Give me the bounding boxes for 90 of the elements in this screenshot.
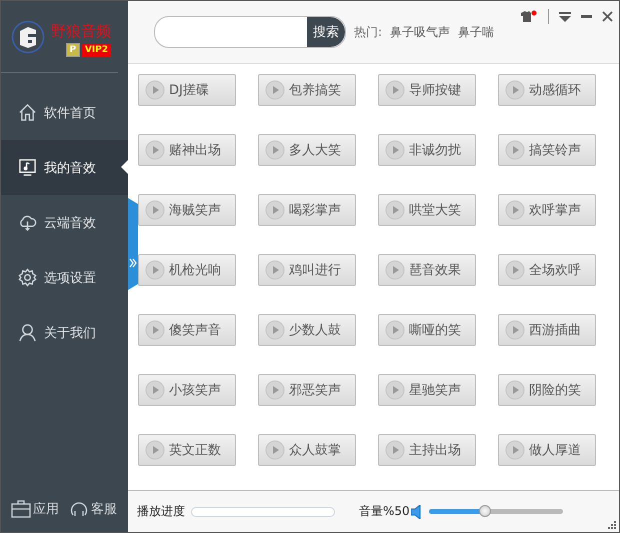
sound-button[interactable]: 赌神出场 — [138, 134, 236, 166]
play-icon — [145, 260, 165, 280]
headset-icon — [69, 500, 89, 518]
logo-icon — [11, 20, 45, 54]
sound-button[interactable]: 嘶哑的笑 — [378, 314, 476, 346]
play-icon — [385, 380, 405, 400]
search-button[interactable]: 搜索 — [307, 17, 345, 47]
sound-button[interactable]: 西游插曲 — [498, 314, 596, 346]
nav-item[interactable]: 选项设置 — [1, 250, 128, 305]
monitor-icon — [18, 158, 37, 177]
footer-link[interactable]: 应用 — [11, 500, 59, 518]
sound-button[interactable]: 包养搞笑 — [258, 74, 356, 106]
vip-badge: VIP2 — [82, 44, 111, 56]
home-icon — [18, 103, 37, 122]
person-icon — [18, 323, 37, 342]
nav-item[interactable]: 云端音效 — [1, 195, 128, 250]
play-icon — [505, 320, 525, 340]
sound-button[interactable]: 喝彩掌声 — [258, 194, 356, 226]
search-field[interactable]: 搜索 — [154, 16, 346, 48]
sound-button[interactable]: 动感循环 — [498, 74, 596, 106]
sound-button[interactable]: 阴险的笑 — [498, 374, 596, 406]
play-icon — [385, 260, 405, 280]
sound-button[interactable]: 机枪光响 — [138, 254, 236, 286]
close-icon[interactable] — [602, 11, 613, 22]
sound-button[interactable]: DJ搓碟 — [138, 74, 236, 106]
sound-button[interactable]: 非诚勿扰 — [378, 134, 476, 166]
play-icon — [505, 140, 525, 160]
toolbox-icon — [11, 500, 31, 518]
p-badge: P — [66, 43, 80, 57]
play-icon — [385, 440, 405, 460]
sound-button[interactable]: 哄堂大笑 — [378, 194, 476, 226]
play-icon — [265, 260, 285, 280]
sound-button[interactable]: 少数人鼓 — [258, 314, 356, 346]
play-icon — [265, 380, 285, 400]
settings-icon — [18, 268, 37, 287]
hot-label: 热门: — [354, 24, 382, 40]
sound-button[interactable]: 主持出场 — [378, 434, 476, 466]
hot-term-link[interactable]: 鼻子吸气声 — [390, 24, 450, 40]
play-icon — [265, 140, 285, 160]
progress-label: 播放进度 — [137, 503, 185, 520]
volume-label: 音量%50 — [359, 503, 410, 520]
sound-button[interactable]: 小孩笑声 — [138, 374, 236, 406]
play-icon — [265, 80, 285, 100]
play-icon — [385, 200, 405, 220]
play-icon — [385, 140, 405, 160]
sound-button[interactable]: 邪恶笑声 — [258, 374, 356, 406]
dropdown-icon[interactable] — [559, 12, 571, 22]
sound-button[interactable]: 海贼笑声 — [138, 194, 236, 226]
play-icon — [145, 380, 165, 400]
hot-term-link[interactable]: 鼻子喘 — [458, 24, 494, 40]
play-icon — [505, 260, 525, 280]
shirt-icon[interactable] — [520, 10, 538, 24]
sound-button[interactable]: 英文正数 — [138, 434, 236, 466]
resize-grip-icon[interactable] — [608, 521, 616, 529]
sound-button[interactable]: 鸡叫进行 — [258, 254, 356, 286]
sound-button[interactable]: 导师按键 — [378, 74, 476, 106]
slider-thumb[interactable] — [478, 505, 491, 517]
sound-button[interactable]: 琶音效果 — [378, 254, 476, 286]
sound-button[interactable]: 全场欢呼 — [498, 254, 596, 286]
sound-button[interactable]: 傻笑声音 — [138, 314, 236, 346]
sound-button[interactable]: 多人大笑 — [258, 134, 356, 166]
sound-button[interactable]: 搞笑铃声 — [498, 134, 596, 166]
cloud-icon — [18, 213, 37, 232]
play-icon — [265, 440, 285, 460]
nav-item[interactable]: 我的音效 — [1, 140, 128, 195]
sound-button[interactable]: 星驰笑声 — [378, 374, 476, 406]
play-icon — [145, 140, 165, 160]
play-icon — [505, 200, 525, 220]
play-icon — [265, 200, 285, 220]
play-icon — [145, 440, 165, 460]
play-icon — [505, 80, 525, 100]
sound-button[interactable]: 欢呼掌声 — [498, 194, 596, 226]
app-title: 野狼音频 — [51, 22, 111, 41]
play-icon — [265, 320, 285, 340]
sound-button[interactable]: 众人鼓掌 — [258, 434, 356, 466]
play-icon — [385, 80, 405, 100]
speaker-icon[interactable] — [410, 504, 421, 518]
nav-item[interactable]: 软件首页 — [1, 85, 128, 140]
collapse-handle[interactable] — [128, 198, 138, 290]
pointer-icon — [121, 160, 128, 174]
play-icon — [145, 80, 165, 100]
play-icon — [145, 320, 165, 340]
nav-item[interactable]: 关于我们 — [1, 305, 128, 360]
footer-link[interactable]: 客服 — [69, 500, 117, 518]
play-icon — [145, 200, 165, 220]
play-icon — [385, 320, 405, 340]
play-icon — [505, 440, 525, 460]
play-icon — [505, 380, 525, 400]
sound-button[interactable]: 做人厚道 — [498, 434, 596, 466]
minimize-icon[interactable] — [581, 14, 592, 18]
